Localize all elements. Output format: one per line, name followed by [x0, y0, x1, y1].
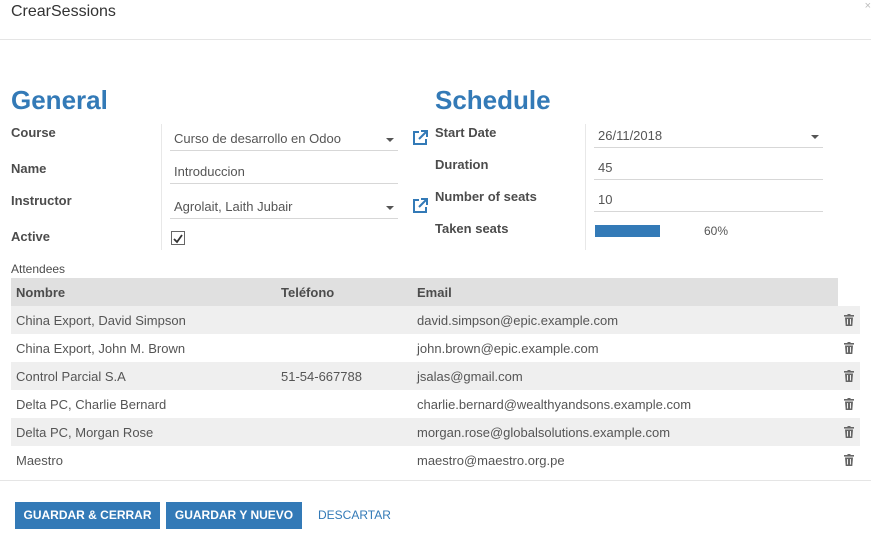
column-header-phone[interactable]: Teléfono [281, 285, 334, 300]
attendees-label: Attendees [11, 262, 66, 276]
trash-icon[interactable] [844, 370, 854, 382]
name-value: Introduccion [174, 164, 245, 179]
active-label: Active [11, 229, 51, 244]
seats-label: Number of seats [435, 189, 537, 204]
start-date-input[interactable]: 26/11/2018 [594, 125, 823, 148]
seats-value: 10 [598, 192, 613, 207]
duration-input[interactable]: 45 [594, 157, 823, 180]
duration-value: 45 [598, 160, 613, 175]
progress-fill [595, 225, 661, 237]
instructor-value: Agrolait, Laith Jubair [174, 199, 293, 214]
trash-icon[interactable] [844, 314, 854, 326]
cell-name: Delta PC, Morgan Rose [16, 425, 154, 440]
chevron-down-icon [811, 135, 819, 139]
save-close-button[interactable]: GUARDAR & CERRAR [15, 502, 160, 529]
cell-email: david.simpson@epic.example.com [417, 313, 619, 328]
start-date-value: 26/11/2018 [598, 128, 663, 143]
checkbox-checked-icon [173, 234, 183, 244]
instructor-label: Instructor [11, 193, 72, 208]
course-label: Course [11, 125, 56, 140]
taken-seats-percent: 60% [704, 224, 729, 238]
start-date-label: Start Date [435, 125, 497, 140]
schedule-title: Schedule [435, 85, 551, 115]
modal-footer: GUARDAR & CERRAR GUARDAR Y NUEVO DESCART… [0, 480, 871, 545]
cell-name: Maestro [16, 453, 63, 468]
save-new-button[interactable]: GUARDAR Y NUEVO [166, 502, 302, 529]
attendees-table-header: Nombre Teléfono Email [11, 278, 838, 306]
trash-icon[interactable] [844, 342, 854, 354]
seats-input[interactable]: 10 [594, 189, 823, 212]
name-label: Name [11, 161, 47, 176]
table-row[interactable]: China Export, David Simpson david.simpson… [11, 306, 860, 334]
chevron-down-icon [386, 206, 394, 210]
external-link-icon[interactable] [411, 129, 429, 147]
cell-name: Delta PC, Charlie Bernard [16, 397, 167, 412]
column-header-name[interactable]: Nombre [16, 285, 65, 300]
course-select[interactable]: Curso de desarrollo en Odoo [170, 128, 398, 151]
taken-seats-label: Taken seats [435, 221, 509, 236]
cell-name: China Export, John M. Brown [16, 341, 186, 356]
instructor-select[interactable]: Agrolait, Laith Jubair [170, 196, 398, 219]
table-row[interactable]: Maestro maestro@maestro.org.pe [11, 446, 860, 474]
cell-phone: 51-54-667788 [281, 369, 362, 384]
cell-name: China Export, David Simpson [16, 313, 186, 328]
discard-button[interactable]: DESCARTAR [318, 502, 391, 529]
trash-icon[interactable] [844, 426, 854, 438]
course-value: Curso de desarrollo en Odoo [174, 131, 341, 146]
name-input[interactable]: Introduccion [170, 161, 398, 184]
attendees-table-body: China Export, David Simpson david.simpson… [11, 306, 860, 474]
trash-icon[interactable] [844, 398, 854, 410]
table-row[interactable]: Delta PC, Charlie Bernard charlie.bernard… [11, 390, 860, 418]
trash-icon[interactable] [844, 454, 854, 466]
active-checkbox[interactable] [171, 231, 185, 245]
cell-email: jsalas@gmail.com [417, 369, 523, 384]
cell-email: morgan.rose@globalsolutions.example.com [417, 425, 671, 440]
table-row[interactable]: China Export, John M. Brown john.brown@ep… [11, 334, 860, 362]
modal-header: CrearSessions × [0, 0, 871, 40]
cell-email: charlie.bernard@wealthyandsons.example.c… [417, 397, 692, 412]
taken-seats-progress [595, 225, 704, 237]
table-row[interactable]: Control Parcial S.A 51-54-667788 jsalas@gm… [11, 362, 860, 390]
close-icon[interactable]: × [865, 0, 871, 12]
chevron-down-icon [386, 138, 394, 142]
table-row[interactable]: Delta PC, Morgan Rose morgan.rose@globals… [11, 418, 860, 446]
external-link-icon[interactable] [411, 197, 429, 215]
general-title: General [11, 85, 108, 115]
cell-name: Control Parcial S.A [16, 369, 126, 384]
column-header-email[interactable]: Email [417, 285, 452, 300]
general-divider [161, 124, 162, 250]
schedule-divider [585, 124, 586, 250]
duration-label: Duration [435, 157, 489, 172]
cell-email: maestro@maestro.org.pe [417, 453, 565, 468]
modal-title: CrearSessions [11, 3, 116, 20]
cell-email: john.brown@epic.example.com [417, 341, 599, 356]
